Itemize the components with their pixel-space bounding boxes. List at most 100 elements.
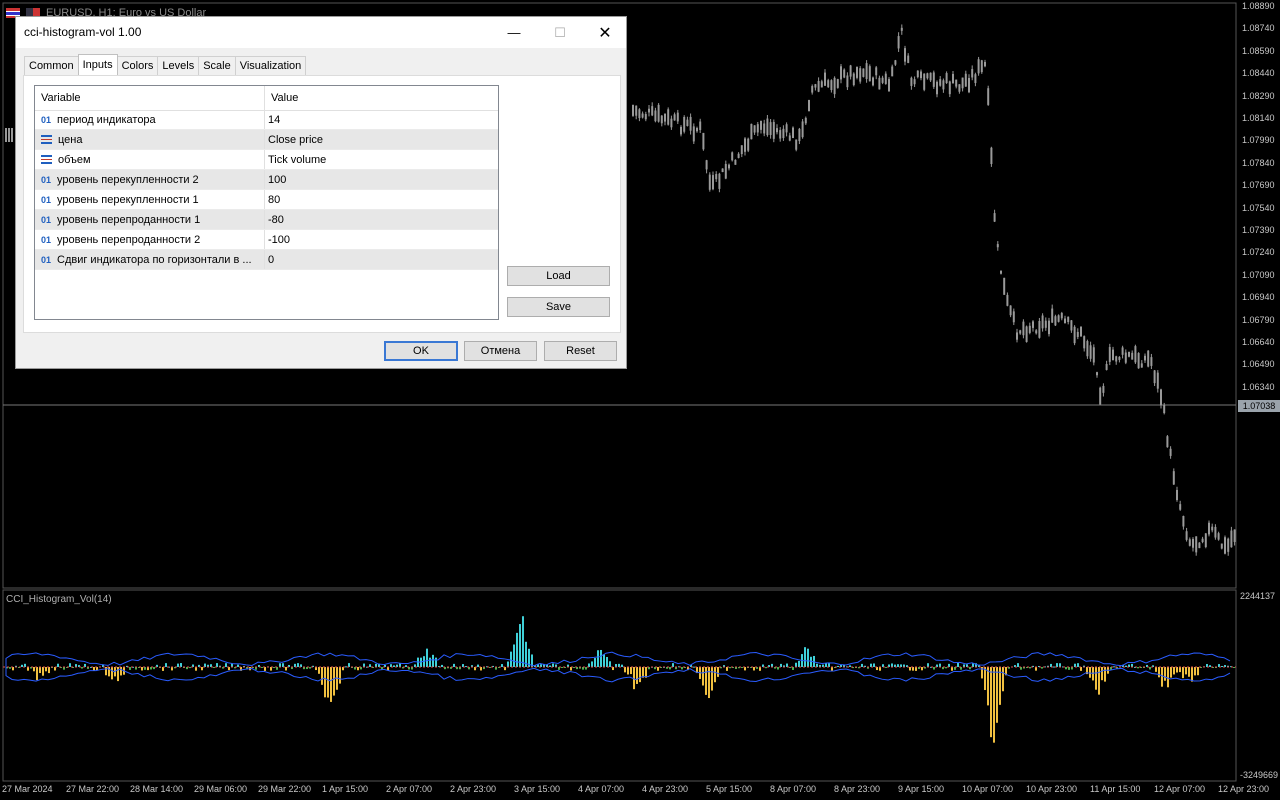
- histogram-bar: [264, 667, 266, 671]
- input-row[interactable]: 01 уровень перекупленности 2 100: [35, 170, 498, 190]
- dialog-titlebar[interactable]: cci-histogram-vol 1.00 — ☐ ✕: [16, 17, 626, 48]
- histogram-bar: [594, 658, 596, 667]
- price-axis-tick: 1.07840: [1242, 157, 1275, 168]
- input-variable-name: уровень перепроданности 2: [57, 233, 201, 246]
- histogram-bar: [1080, 667, 1082, 671]
- candle: [1060, 313, 1063, 319]
- candle: [1112, 349, 1114, 361]
- time-axis-tick: 8 Apr 07:00: [770, 784, 817, 794]
- histogram-bar: [744, 667, 746, 671]
- histogram-bar: [606, 656, 608, 667]
- candle: [1147, 350, 1150, 367]
- candle: [670, 118, 673, 128]
- histogram-bar: [69, 663, 71, 667]
- ok-button[interactable]: OK: [384, 341, 458, 361]
- histogram-bar: [501, 664, 503, 667]
- histogram-bar: [1194, 667, 1196, 676]
- histogram-bar: [1065, 667, 1067, 670]
- candle: [1022, 321, 1025, 336]
- reset-button[interactable]: Reset: [544, 341, 617, 361]
- int-type-icon: 01: [40, 174, 51, 185]
- candle: [641, 113, 644, 118]
- candle: [808, 100, 810, 111]
- candle: [920, 71, 922, 79]
- candle: [859, 68, 862, 82]
- candle: [1137, 353, 1140, 369]
- load-button[interactable]: Load: [507, 266, 610, 286]
- price-axis-tick: 1.08290: [1242, 90, 1275, 101]
- candle: [1198, 542, 1201, 549]
- histogram-bar: [1161, 667, 1163, 687]
- tab-colors[interactable]: Colors: [116, 56, 159, 75]
- input-value[interactable]: 80: [265, 190, 280, 209]
- input-variable-name: уровень перекупленности 2: [57, 173, 199, 186]
- input-value[interactable]: 100: [265, 170, 286, 189]
- input-row[interactable]: 01 уровень перепроданности 1 -80: [35, 210, 498, 230]
- candle: [798, 128, 801, 142]
- input-row[interactable]: объем Tick volume: [35, 150, 498, 170]
- histogram-bar: [849, 665, 851, 667]
- tab-scale[interactable]: Scale: [198, 56, 236, 75]
- time-axis-tick: 8 Apr 23:00: [834, 784, 881, 794]
- time-axis-tick: 5 Apr 15:00: [706, 784, 753, 794]
- minimize-icon[interactable]: —: [491, 17, 537, 48]
- tab-common[interactable]: Common: [24, 56, 79, 75]
- histogram-bar: [477, 664, 479, 667]
- histogram-bar: [891, 663, 893, 667]
- histogram-bar: [105, 667, 107, 676]
- column-header-variable[interactable]: Variable: [35, 86, 265, 110]
- price-axis-tick: 1.08440: [1242, 68, 1275, 79]
- input-row[interactable]: цена Close price: [35, 130, 498, 150]
- candle: [660, 115, 663, 124]
- histogram-bar: [93, 667, 95, 671]
- input-value[interactable]: Close price: [265, 130, 323, 149]
- candle: [929, 72, 932, 81]
- histogram-bar: [639, 667, 641, 683]
- input-variable-name: цена: [58, 133, 83, 146]
- histogram-bar: [945, 667, 947, 669]
- candle: [654, 110, 657, 122]
- candle: [1131, 352, 1134, 360]
- input-value[interactable]: Tick volume: [265, 150, 326, 169]
- candle: [689, 116, 692, 131]
- input-row[interactable]: 01 уровень перекупленности 1 80: [35, 190, 498, 210]
- time-axis-tick: 12 Apr 23:00: [1218, 784, 1270, 794]
- input-row[interactable]: 01 уровень перепроданности 2 -100: [35, 230, 498, 250]
- time-axis-tick: 4 Apr 07:00: [578, 784, 625, 794]
- candle: [664, 113, 666, 122]
- int-type-icon: 01: [40, 234, 51, 245]
- candle: [734, 159, 737, 165]
- input-row[interactable]: 01 Сдвиг индикатора по горизонтали в ... …: [35, 250, 498, 270]
- candle: [878, 77, 881, 90]
- input-row[interactable]: 01 период индикатора 14: [35, 110, 498, 130]
- candle: [1220, 543, 1223, 549]
- tab-visualization[interactable]: Visualization: [234, 56, 307, 75]
- close-icon[interactable]: ✕: [582, 17, 628, 48]
- histogram-bar: [1173, 667, 1175, 675]
- candle: [1156, 372, 1159, 389]
- input-value[interactable]: 14: [265, 110, 280, 129]
- save-button[interactable]: Save: [507, 297, 610, 317]
- tab-levels[interactable]: Levels: [157, 56, 200, 75]
- input-variable-name: уровень перепроданности 1: [57, 213, 201, 226]
- input-value[interactable]: -80: [265, 210, 284, 229]
- time-axis-tick: 1 Apr 15:00: [322, 784, 369, 794]
- candle: [865, 63, 868, 80]
- histogram-bar: [1053, 666, 1055, 668]
- histogram-bar: [915, 667, 917, 671]
- candle: [705, 160, 708, 170]
- input-value[interactable]: 0: [265, 250, 274, 269]
- candle: [1160, 389, 1162, 406]
- column-header-value[interactable]: Value: [265, 86, 298, 110]
- candle: [1035, 330, 1038, 334]
- candle: [1009, 305, 1012, 316]
- inputs-grid[interactable]: Variable Value 01 период индикатора 14 це…: [34, 85, 499, 320]
- candle: [904, 48, 906, 62]
- candle: [817, 80, 820, 92]
- candle: [1016, 332, 1018, 340]
- indicator-label: CCI_Histogram_Vol(14): [6, 594, 112, 605]
- cancel-button[interactable]: Отмена: [464, 341, 537, 361]
- tab-inputs[interactable]: Inputs: [77, 54, 118, 75]
- maximize-icon[interactable]: ☐: [537, 17, 583, 48]
- input-value[interactable]: -100: [265, 230, 290, 249]
